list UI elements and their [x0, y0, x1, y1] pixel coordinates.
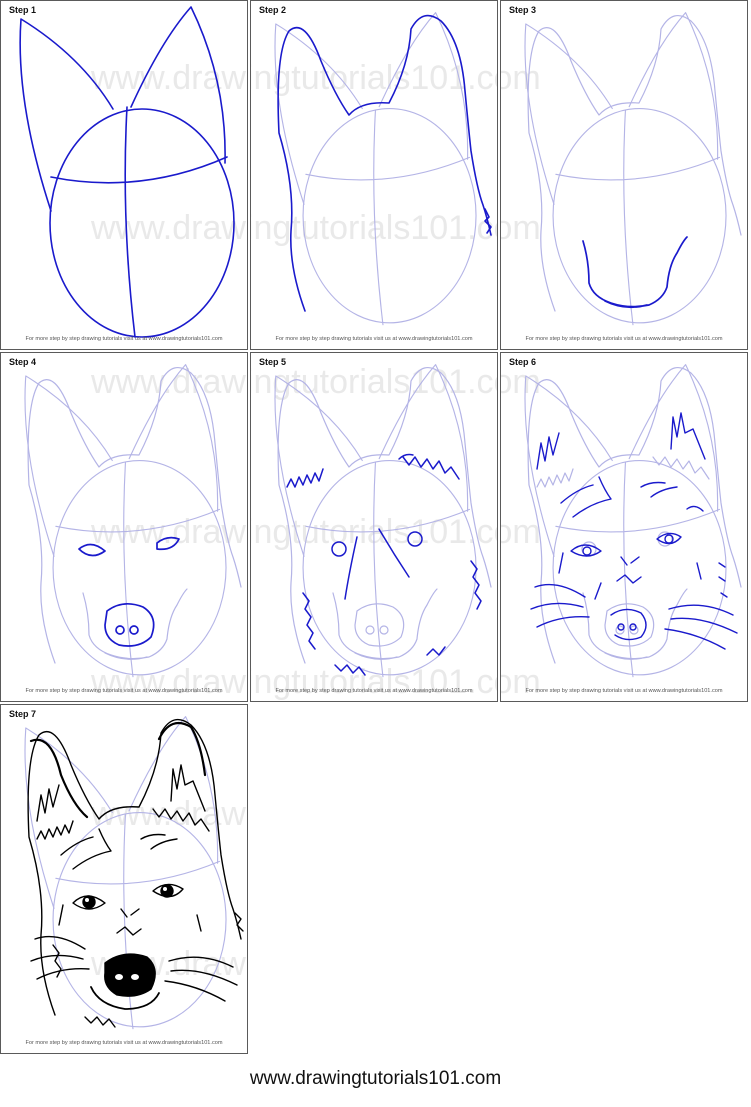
step-2-drawing: [274, 12, 492, 326]
panel-footer: For more step by step drawing tutorials …: [25, 1040, 223, 1046]
panel-footer: For more step by step drawing tutorials …: [25, 688, 223, 694]
panel-footer: For more step by step drawing tutorials …: [525, 336, 723, 342]
step-5-drawing: [274, 364, 492, 678]
step-panel-5: www.drawingtutorials101.com www.drawingt…: [250, 352, 498, 702]
step-4-drawing: [24, 364, 242, 678]
step-panel-6: www.drawingtutorials101.com www.drawingt…: [500, 352, 748, 702]
panel-footer: For more step by step drawing tutorials …: [275, 688, 473, 694]
step-label: Step 5: [259, 357, 287, 367]
step-label: Step 3: [509, 5, 537, 15]
step-label: Step 2: [259, 5, 287, 15]
step-label: Step 1: [9, 5, 37, 15]
step-7-drawing: [24, 716, 244, 1030]
step-1-drawing: [19, 6, 235, 338]
step-label: Step 7: [9, 709, 37, 719]
step-panel-2: www.drawingtutorials101.com www.drawingt…: [250, 0, 498, 350]
panel-footer: For more step by step drawing tutorials …: [525, 688, 723, 694]
panel-footer: For more step by step drawing tutorials …: [25, 336, 223, 342]
step-panel-7: www.drawingtutorials101.com www.drawingt…: [0, 704, 248, 1054]
step-label: Step 4: [9, 357, 37, 367]
step-3-drawing: [524, 12, 742, 326]
step-6-drawing: [524, 364, 742, 678]
step-panel-1: www.drawingtutorials101.com www.drawingt…: [0, 0, 248, 350]
step-panel-4: www.drawingtutorials101.com www.drawingt…: [0, 352, 248, 702]
step-panel-3: www.drawingtutorials101.com www.drawingt…: [500, 0, 748, 350]
step-label: Step 6: [509, 357, 537, 367]
site-url-footer: www.drawingtutorials101.com: [249, 1068, 502, 1089]
panel-footer: For more step by step drawing tutorials …: [275, 336, 473, 342]
